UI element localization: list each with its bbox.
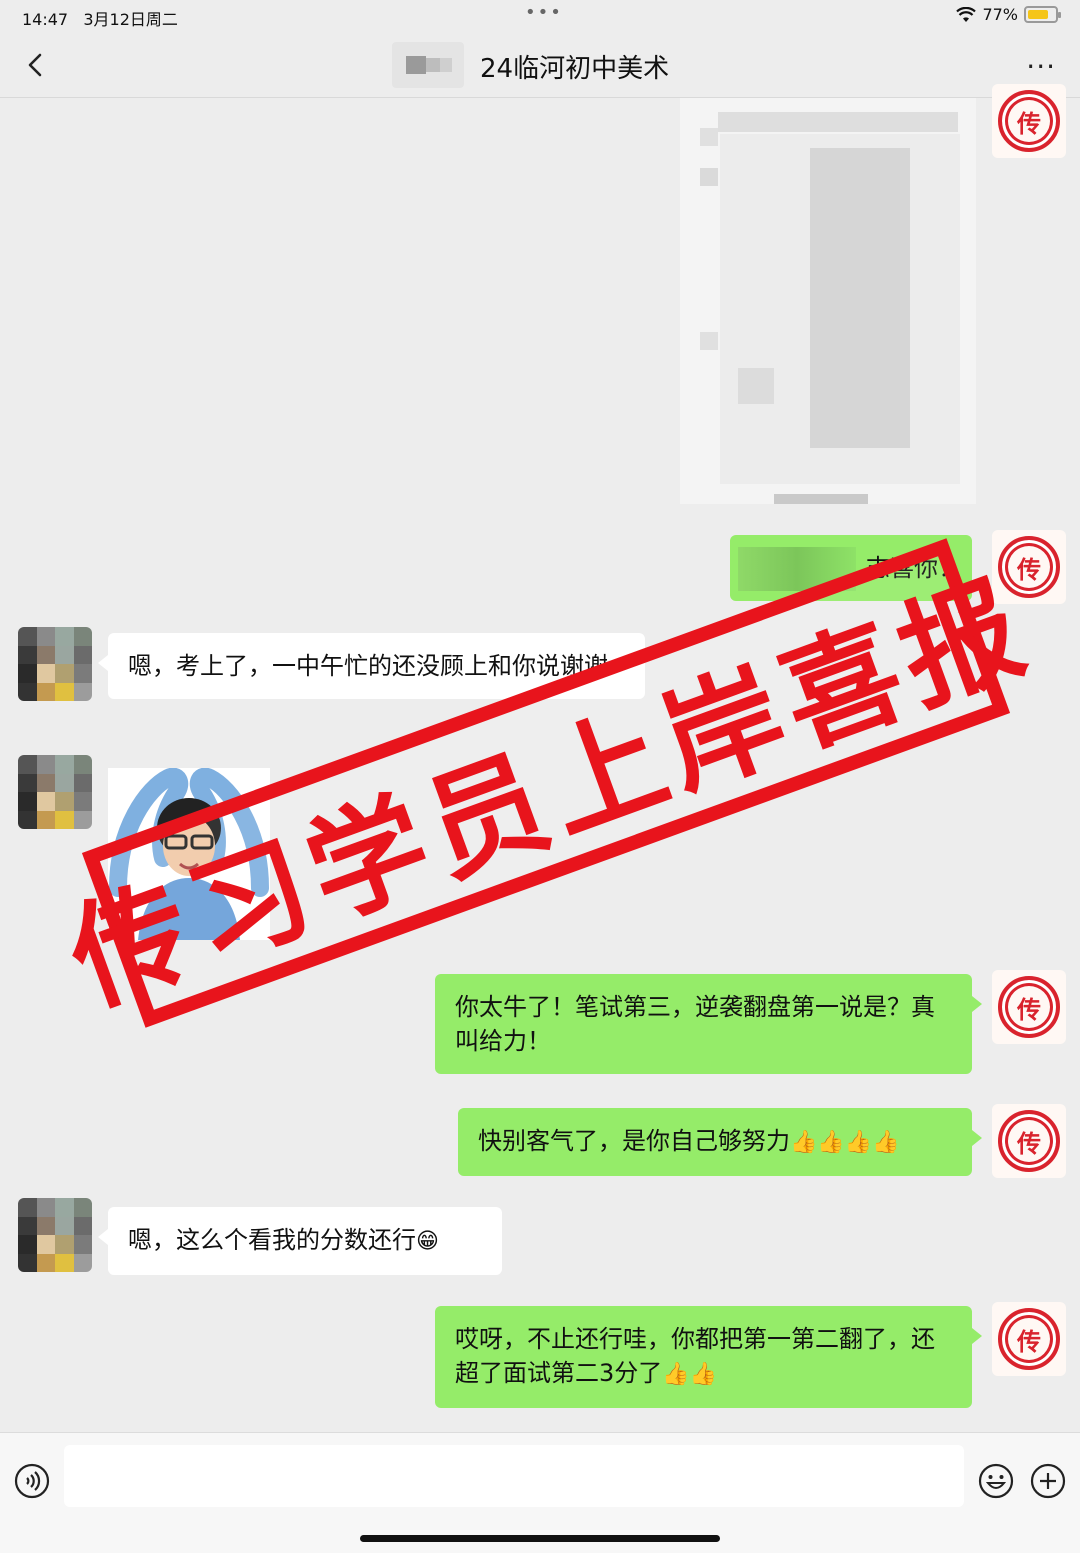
seal-logo-icon: 传 (998, 90, 1060, 152)
more-options-icon[interactable]: ··· (1026, 50, 1056, 83)
home-indicator[interactable] (360, 1535, 720, 1542)
status-bar: 14:47 3月12日周二 ••• 77% (0, 0, 1080, 32)
seal-logo-icon: 传 (998, 1308, 1060, 1370)
status-time-date: 14:47 3月12日周二 (22, 10, 178, 29)
contact-avatar[interactable] (18, 755, 92, 829)
thumbs-up-emoji: 👍👍 (662, 1362, 718, 1387)
emoji-icon[interactable] (978, 1463, 1014, 1499)
message-bubble-other[interactable]: 嗯，这么个看我的分数还行😁 (98, 1207, 502, 1275)
my-avatar[interactable]: 传 (992, 84, 1066, 158)
my-avatar[interactable]: 传 (992, 1302, 1066, 1376)
chat-title: 24临河初中美术 (480, 54, 670, 84)
seal-logo-icon: 传 (998, 976, 1060, 1038)
message-bubble-me[interactable]: 快别客气了，是你自己够努力👍👍👍👍 (458, 1108, 982, 1176)
thumbs-up-emoji: 👍👍👍👍 (790, 1130, 900, 1155)
back-icon[interactable] (22, 48, 52, 82)
image-message[interactable] (680, 98, 976, 504)
plus-icon[interactable] (1030, 1463, 1066, 1499)
battery-percent: 77% (982, 5, 1018, 24)
message-bubble-me[interactable]: 哎呀，不止还行哇，你都把第一第二翻了，还超了面试第二3分了👍👍 (435, 1306, 982, 1408)
voice-icon[interactable] (14, 1463, 50, 1499)
message-text: 嗯，考上了，一中午忙的还没顾上和你说谢谢 (128, 652, 608, 680)
status-indicators: 77% (956, 5, 1061, 24)
contact-avatar[interactable] (18, 1198, 92, 1272)
chat-header: 24临河初中美术 ··· (0, 32, 1080, 98)
message-text: 你太牛了！笔试第三，逆袭翻盘第一说是？真叫给力！ (455, 993, 935, 1055)
wifi-icon (956, 6, 977, 22)
grin-emoji: 😁 (416, 1229, 439, 1254)
battery-icon (1024, 6, 1061, 23)
message-input[interactable] (64, 1445, 964, 1507)
my-avatar[interactable]: 传 (992, 1104, 1066, 1178)
message-text: 嗯，这么个看我的分数还行 (128, 1226, 416, 1254)
multitask-dots-icon[interactable]: ••• (525, 2, 563, 23)
my-avatar[interactable]: 传 (992, 970, 1066, 1044)
message-text: 快别客气了，是你自己够努力 (478, 1127, 790, 1155)
contact-avatar[interactable] (18, 627, 92, 701)
seal-logo-icon: 传 (998, 1110, 1060, 1172)
message-bubble-me[interactable]: 你太牛了！笔试第三，逆袭翻盘第一说是？真叫给力！ (435, 974, 982, 1074)
blurred-prefix (392, 42, 464, 88)
